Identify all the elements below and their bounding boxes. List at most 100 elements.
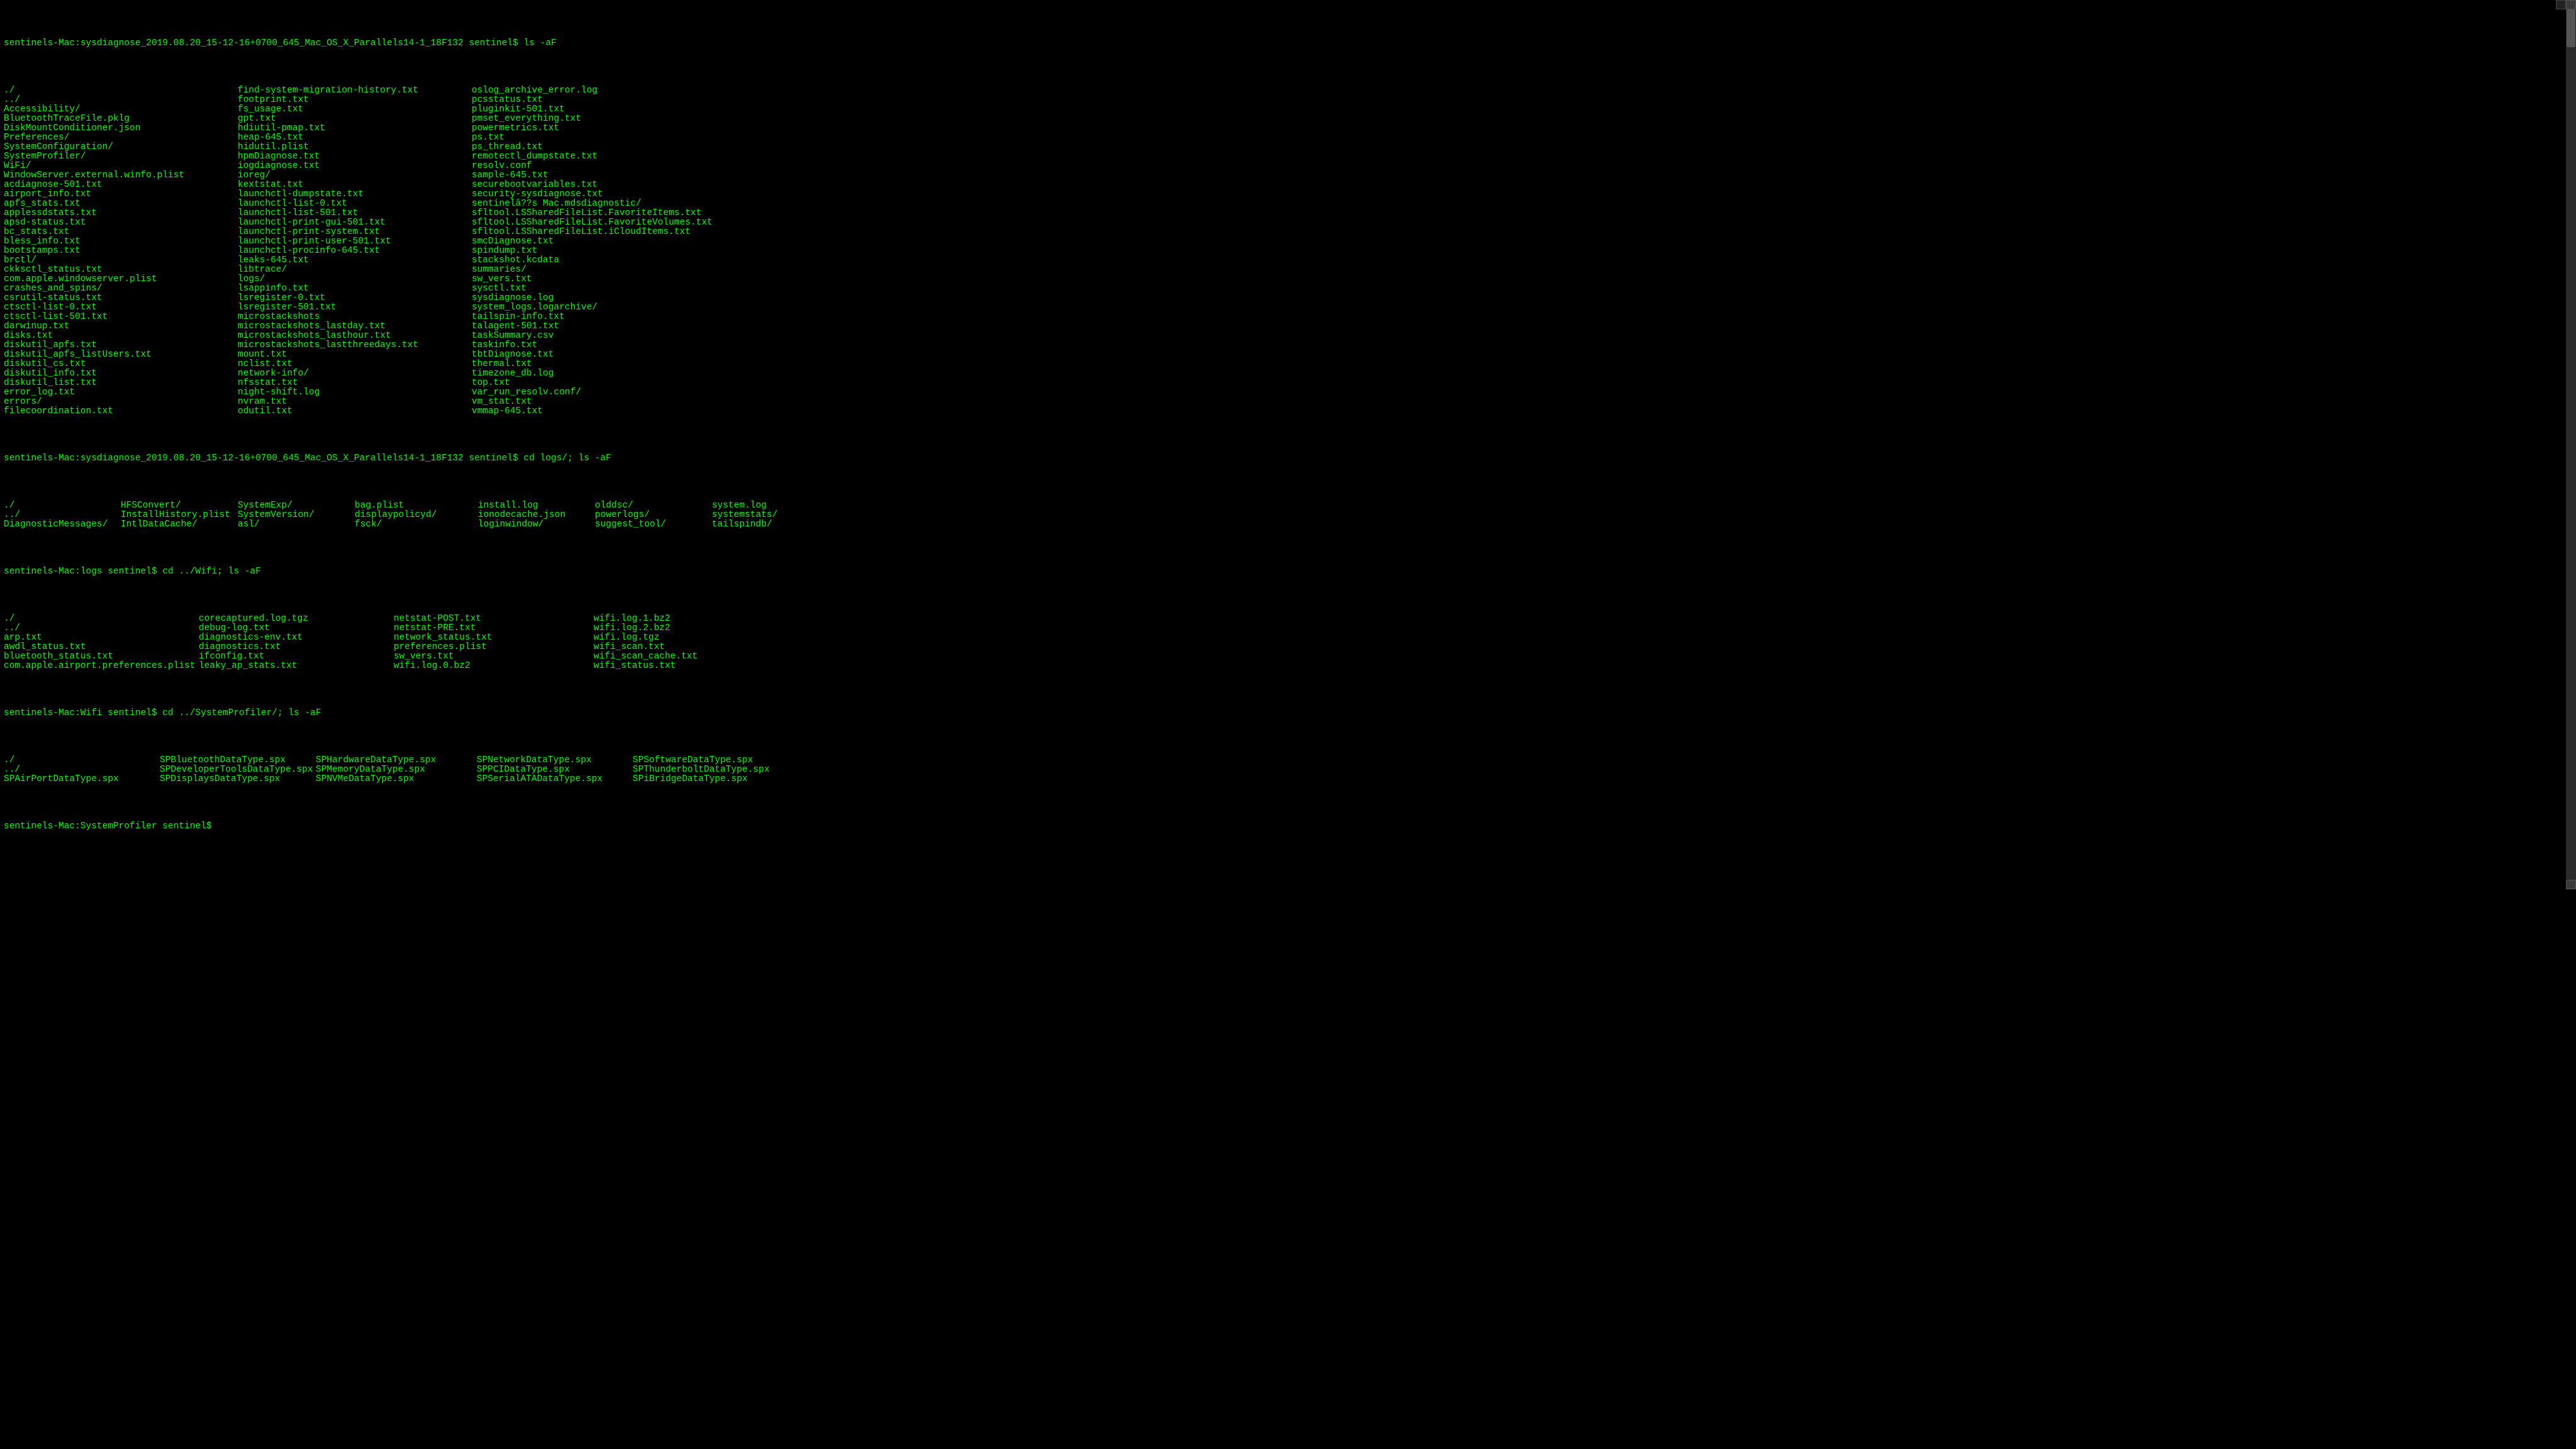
file-entry: heap-645.txt <box>238 133 472 143</box>
file-entry: remotectl_dumpstate.txt <box>472 152 713 162</box>
vertical-scrollbar[interactable] <box>2566 0 2576 889</box>
file-entry: var_run_resolv.conf/ <box>472 388 713 397</box>
file-entry: wifi_scan.txt <box>594 643 697 652</box>
file-entry: wifi.log.2.bz2 <box>594 624 697 633</box>
scroll-track[interactable] <box>2566 9 2576 880</box>
file-entry: nvram.txt <box>238 397 472 407</box>
file-entry: apsd-status.txt <box>4 218 238 228</box>
file-entry: iogdiagnose.txt <box>238 162 472 171</box>
ls2-col1: ./../DiagnosticMessages/ <box>4 501 121 530</box>
file-entry: taskinfo.txt <box>472 341 713 350</box>
file-entry: netstat-PRE.txt <box>394 624 594 633</box>
file-entry: ioreg/ <box>238 171 472 180</box>
file-entry: ctsctl-list-0.txt <box>4 303 238 313</box>
file-entry: ../ <box>4 765 160 775</box>
file-entry: kextstat.txt <box>238 180 472 190</box>
command-text: ls -aF <box>524 38 557 48</box>
prompt-line-1: sentinels-Mac:sysdiagnose_2019.08.20_15-… <box>4 39 2572 48</box>
file-entry: sysctl.txt <box>472 284 713 294</box>
file-entry: lsregister-0.txt <box>238 294 472 303</box>
file-entry: loginwindow/ <box>478 520 595 530</box>
file-entry: sfltool.LSSharedFileList.iCloudItems.txt <box>472 228 713 237</box>
file-entry: launchctl-list-501.txt <box>238 209 472 218</box>
file-entry: ckksctl_status.txt <box>4 265 238 275</box>
file-entry: lsregister-501.txt <box>238 303 472 313</box>
file-entry: DiskMountConditioner.json <box>4 124 238 133</box>
file-entry: launchctl-print-user-501.txt <box>238 237 472 247</box>
prompt-prefix: sentinels-Mac:Wifi sentinel$ <box>4 708 162 718</box>
file-entry: system.log <box>712 501 777 511</box>
file-entry: launchctl-dumpstate.txt <box>238 190 472 199</box>
scroll-thumb[interactable] <box>2567 9 2575 47</box>
file-entry: network-info/ <box>238 369 472 379</box>
file-entry: sfltool.LSSharedFileList.FavoriteVolumes… <box>472 218 713 228</box>
file-entry: ../ <box>4 96 238 105</box>
file-entry: nclist.txt <box>238 360 472 369</box>
ls1-col3: oslog_archive_error.logpcsstatus.txtplug… <box>472 86 713 416</box>
file-entry: hdiutil-pmap.txt <box>238 124 472 133</box>
file-entry: applessdstats.txt <box>4 209 238 218</box>
file-entry: diskutil_apfs.txt <box>4 341 238 350</box>
file-entry: ps_thread.txt <box>472 143 713 152</box>
file-entry: launchctl-list-0.txt <box>238 199 472 209</box>
file-entry: launchctl-print-system.txt <box>238 228 472 237</box>
scroll-down-button[interactable] <box>2566 880 2576 889</box>
file-entry: sw_vers.txt <box>472 275 713 284</box>
command-text: cd logs/; ls -aF <box>524 453 611 464</box>
file-entry: wifi_scan_cache.txt <box>594 652 697 662</box>
file-entry: error_log.txt <box>4 388 238 397</box>
ls2-col7: system.logsystemstats/tailspindb/ <box>712 501 777 530</box>
terminal-output[interactable]: sentinels-Mac:sysdiagnose_2019.08.20_15-… <box>0 0 2576 889</box>
file-entry: ../ <box>4 511 121 520</box>
file-entry: bc_stats.txt <box>4 228 238 237</box>
file-entry: leaks-645.txt <box>238 256 472 265</box>
file-entry: wifi.log.0.bz2 <box>394 662 594 671</box>
file-entry: filecoordination.txt <box>4 407 238 416</box>
file-entry: Accessibility/ <box>4 105 238 114</box>
file-entry: lsappinfo.txt <box>238 284 472 294</box>
file-entry: launchctl-procinfo-645.txt <box>238 247 472 256</box>
ls4-col1: ./../SPAirPortDataType.spx <box>4 756 160 784</box>
file-entry: SPThunderboltDataType.spx <box>633 765 770 775</box>
file-entry: ps.txt <box>472 133 713 143</box>
ls2-col4: bag.plistdisplaypolicyd/fsck/ <box>355 501 478 530</box>
ls3-col1: ./../arp.txtawdl_status.txtbluetooth_sta… <box>4 614 199 671</box>
file-entry: diskutil_info.txt <box>4 369 238 379</box>
file-entry: ionodecache.json <box>478 511 595 520</box>
ls4-col5: SPSoftwareDataType.spxSPThunderboltDataT… <box>633 756 770 784</box>
file-entry: wifi.log.tgz <box>594 633 697 643</box>
file-entry: odutil.txt <box>238 407 472 416</box>
file-entry: resolv.conf <box>472 162 713 171</box>
file-entry: com.apple.airport.preferences.plist <box>4 662 199 671</box>
file-entry: sysdiagnose.log <box>472 294 713 303</box>
file-entry: acdiagnose-501.txt <box>4 180 238 190</box>
file-entry: wifi_status.txt <box>594 662 697 671</box>
file-entry: mount.txt <box>238 350 472 360</box>
ls4-col3: SPHardwareDataType.spxSPMemoryDataType.s… <box>316 756 477 784</box>
scroll-up-button[interactable] <box>2566 0 2576 9</box>
file-entry: hidutil.plist <box>238 143 472 152</box>
file-entry: hpmDiagnose.txt <box>238 152 472 162</box>
file-entry: fs_usage.txt <box>238 105 472 114</box>
file-entry: debug-log.txt <box>199 624 394 633</box>
file-entry: fsck/ <box>355 520 478 530</box>
file-entry: ./ <box>4 86 238 96</box>
file-entry: sentinelâ??s Mac.mdsdiagnostic/ <box>472 199 713 209</box>
file-entry: airport_info.txt <box>4 190 238 199</box>
ls3-col3: netstat-POST.txtnetstat-PRE.txtnetwork_s… <box>394 614 594 671</box>
file-entry: WiFi/ <box>4 162 238 171</box>
prompt-line-4: sentinels-Mac:Wifi sentinel$ cd ../Syste… <box>4 709 2572 718</box>
prompt-prefix: sentinels-Mac:logs sentinel$ <box>4 567 162 577</box>
file-entry: diskutil_cs.txt <box>4 360 238 369</box>
file-entry: SPPCIDataType.spx <box>477 765 633 775</box>
ls-output-2: ./../DiagnosticMessages/ HFSConvert/Inst… <box>4 501 2572 530</box>
ls2-col6: olddsc/powerlogs/suggest_tool/ <box>595 501 712 530</box>
file-entry: SPSoftwareDataType.spx <box>633 756 770 765</box>
file-entry: footprint.txt <box>238 96 472 105</box>
file-entry: night-shift.log <box>238 388 472 397</box>
file-entry: SPAirPortDataType.spx <box>4 775 160 784</box>
file-entry: sw_vers.txt <box>394 652 594 662</box>
ls-output-4: ./../SPAirPortDataType.spx SPBluetoothDa… <box>4 756 2572 784</box>
file-entry: SystemExp/ <box>238 501 355 511</box>
file-entry: SPHardwareDataType.spx <box>316 756 477 765</box>
